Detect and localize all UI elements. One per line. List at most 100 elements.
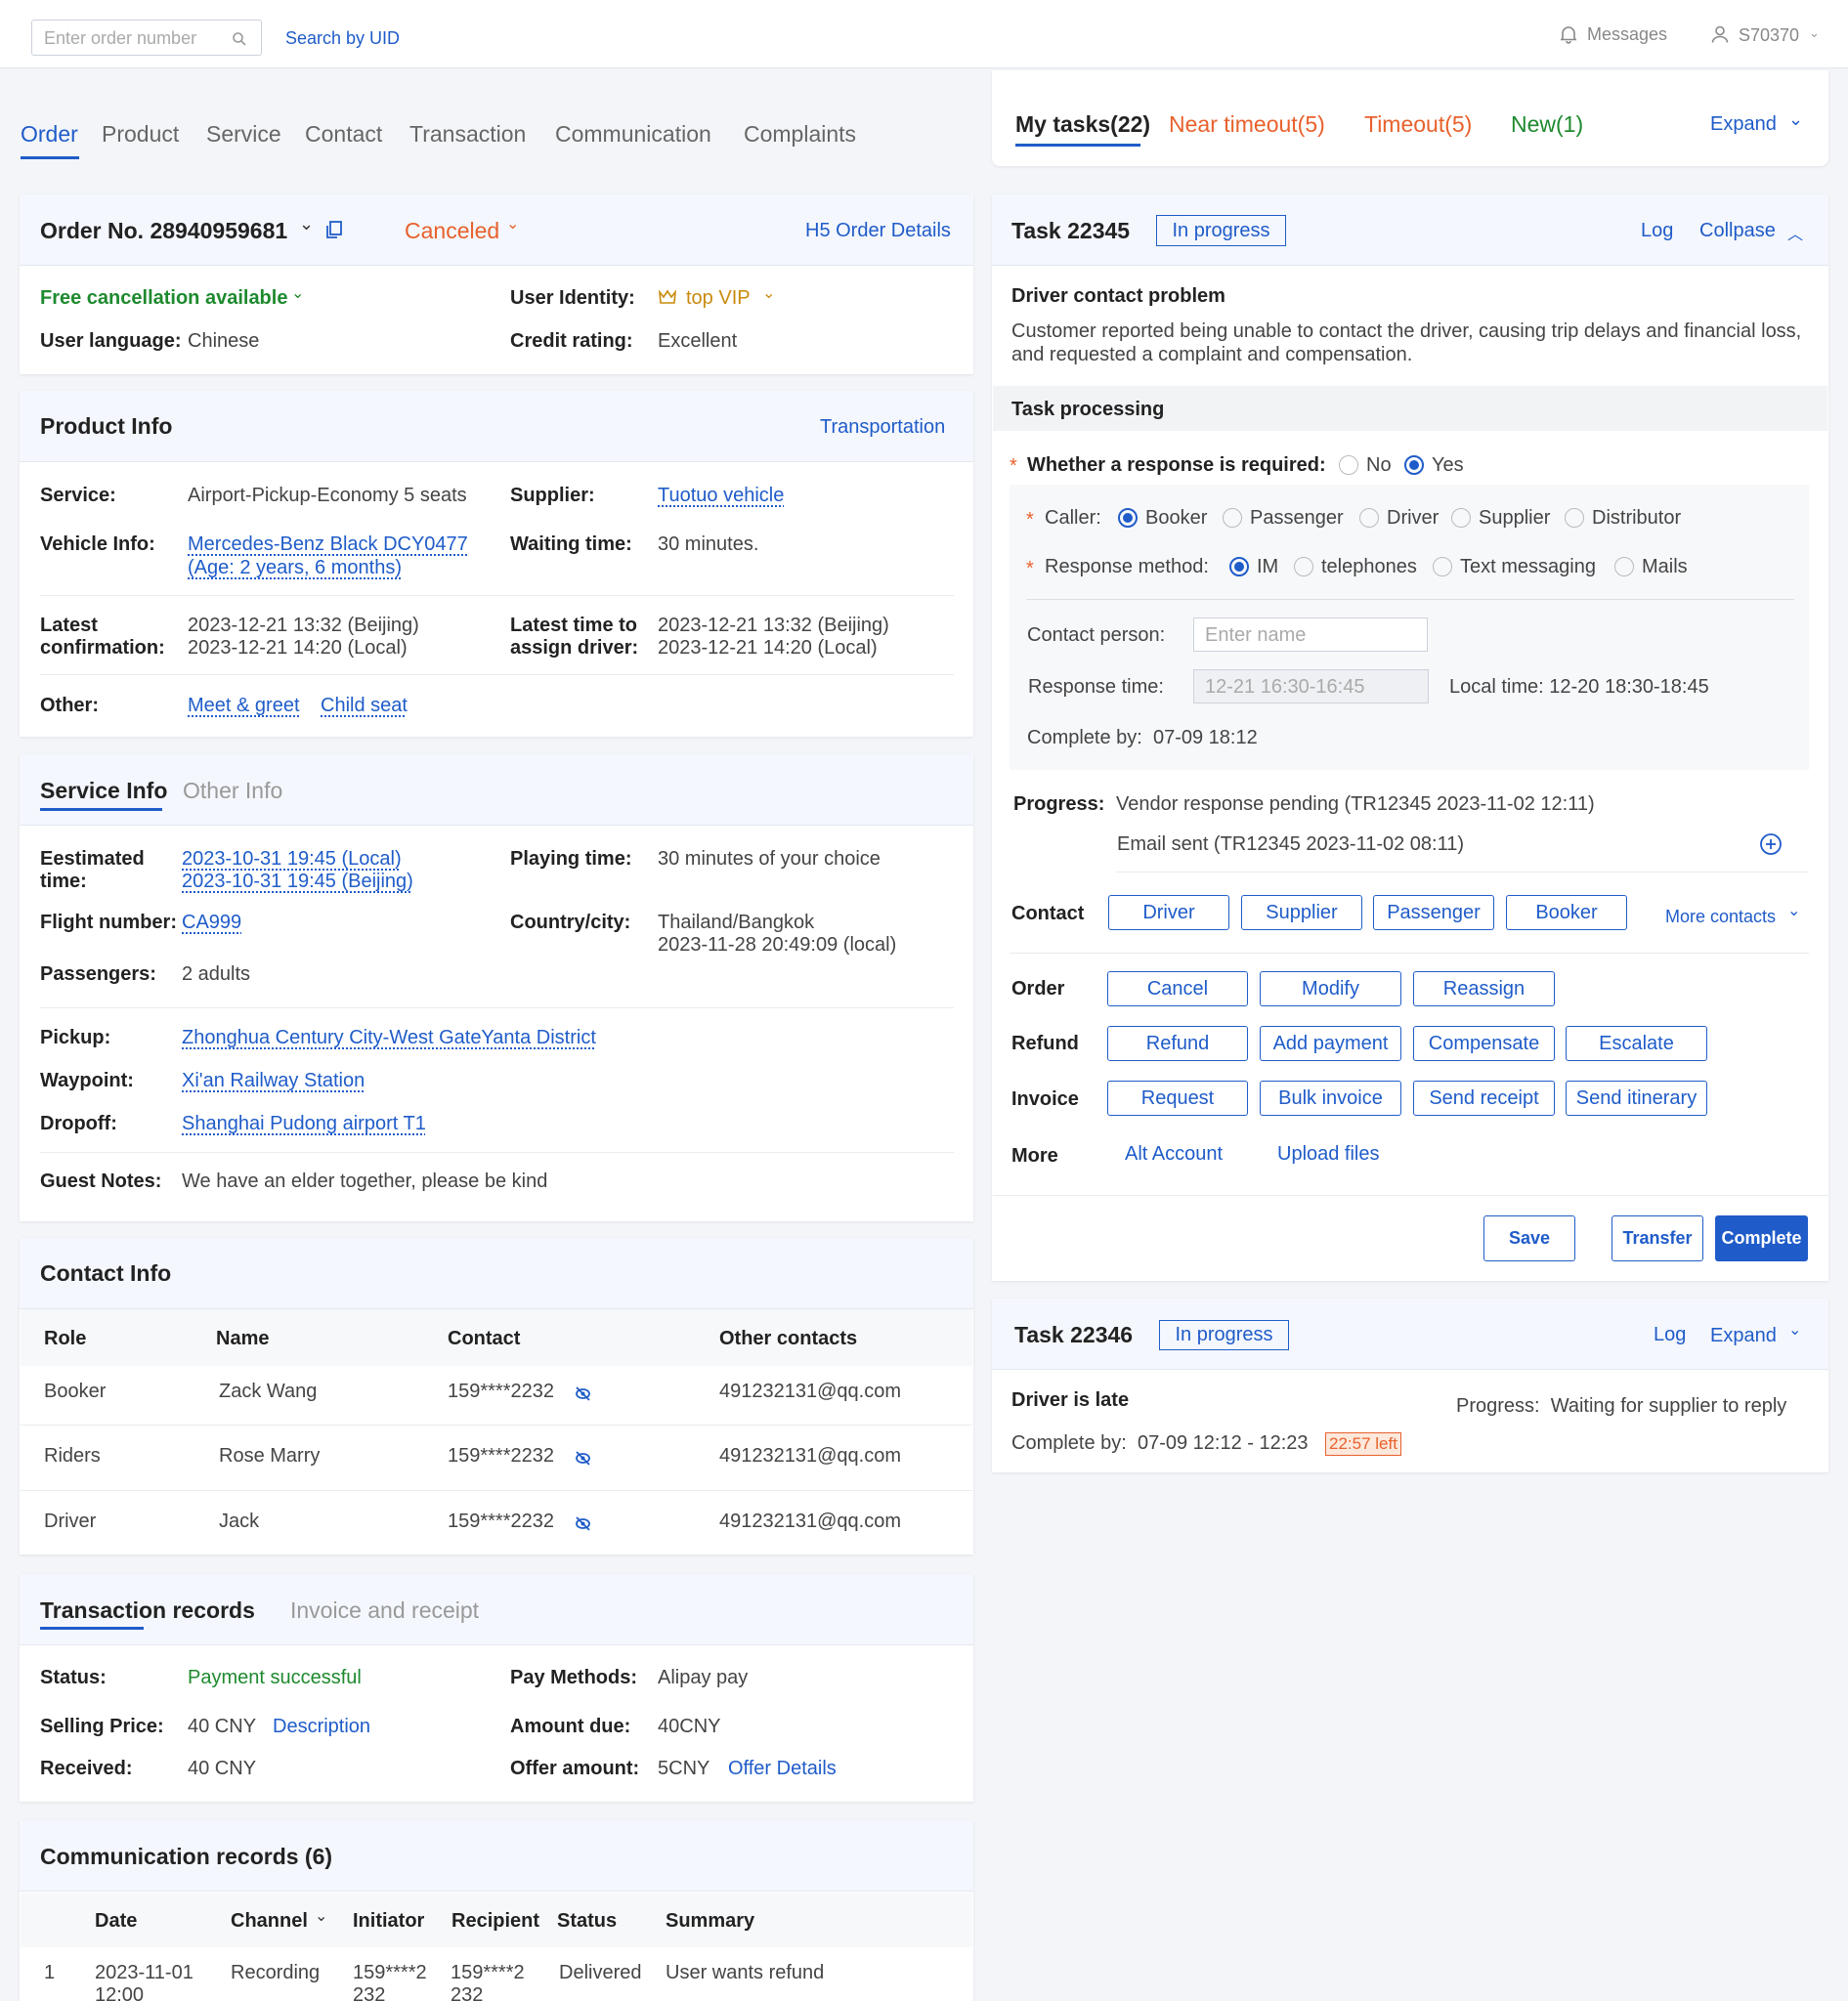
radio-supplier[interactable]	[1451, 508, 1471, 528]
tab-service[interactable]: Service	[206, 121, 281, 148]
escalate-button[interactable]: Escalate	[1566, 1026, 1707, 1061]
send-receipt-button[interactable]: Send receipt	[1413, 1081, 1555, 1116]
order-reassign-button[interactable]: Reassign	[1413, 971, 1555, 1006]
tab-near-timeout[interactable]: Near timeout(5)	[1169, 111, 1325, 138]
radio-yes[interactable]	[1404, 455, 1424, 475]
more-contacts-dropdown[interactable]: More contacts	[1665, 907, 1776, 927]
product-category[interactable]: Transportation	[820, 416, 945, 439]
flight-number-link[interactable]: CA999	[182, 912, 241, 934]
tab-invoice-receipt[interactable]: Invoice and receipt	[290, 1597, 479, 1624]
expand-tasks-button[interactable]: Expand	[1710, 113, 1777, 136]
supplier-link[interactable]: Tuotuo vehicle	[658, 485, 784, 507]
tab-contact[interactable]: Contact	[305, 121, 382, 148]
contact-driver-button[interactable]: Driver	[1108, 895, 1229, 930]
chevron-down-icon[interactable]: ⌄	[299, 214, 314, 234]
radio-driver[interactable]	[1359, 508, 1379, 528]
method-mail-radio[interactable]: Mails	[1614, 556, 1688, 578]
chevron-down-icon[interactable]: ⌄	[315, 1906, 327, 1926]
tab-other-info[interactable]: Other Info	[183, 778, 282, 804]
add-circle-icon[interactable]	[1759, 832, 1783, 856]
contact-supplier-button[interactable]: Supplier	[1241, 895, 1362, 930]
contact-booker-button[interactable]: Booker	[1506, 895, 1627, 930]
h5-order-details-link[interactable]: H5 Order Details	[805, 220, 951, 242]
tab-transaction-records[interactable]: Transaction records	[40, 1597, 255, 1624]
offer-details-link[interactable]: Offer Details	[728, 1758, 837, 1780]
send-itinerary-button[interactable]: Send itinerary	[1566, 1081, 1707, 1116]
col-channel[interactable]: Channel	[231, 1910, 308, 1933]
pickup-link[interactable]: Zhonghua Century City-West GateYanta Dis…	[182, 1027, 596, 1049]
description-link[interactable]: Description	[273, 1716, 370, 1738]
meet-greet-link[interactable]: Meet & greet	[188, 695, 300, 717]
chevron-down-icon[interactable]: ⌄	[506, 214, 519, 234]
order-search-input[interactable]: Enter order number	[31, 20, 262, 56]
response-time-input[interactable]: 12-21 16:30-16:45	[1193, 669, 1429, 703]
add-payment-button[interactable]: Add payment	[1260, 1026, 1401, 1061]
eye-off-icon[interactable]	[575, 1450, 591, 1467]
chevron-down-icon[interactable]: ⌄	[291, 283, 304, 303]
task-expand-button[interactable]: Expand	[1710, 1325, 1777, 1347]
bell-icon[interactable]	[1559, 24, 1578, 44]
child-seat-link[interactable]: Child seat	[321, 695, 408, 717]
compensate-button[interactable]: Compensate	[1413, 1026, 1555, 1061]
task-collapse-button[interactable]: Collpase	[1699, 220, 1776, 242]
user-identity-value[interactable]: top VIP	[686, 287, 751, 310]
tab-communication[interactable]: Communication	[555, 121, 711, 148]
free-cancellation-dropdown[interactable]: Free cancellation available	[40, 287, 287, 310]
radio-telephone[interactable]	[1294, 557, 1313, 576]
tab-my-tasks[interactable]: My tasks(22)	[1015, 111, 1150, 138]
chevron-down-icon[interactable]: ⌄	[762, 283, 775, 303]
invoice-request-button[interactable]: Request	[1107, 1081, 1248, 1116]
caller-supplier-radio[interactable]: Supplier	[1451, 507, 1550, 530]
estimated-time-local[interactable]: 2023-10-31 19:45 (Local)	[182, 848, 402, 871]
order-modify-button[interactable]: Modify	[1260, 971, 1401, 1006]
upload-files-link[interactable]: Upload files	[1277, 1143, 1380, 1166]
copy-icon[interactable]	[325, 220, 343, 239]
save-button[interactable]: Save	[1483, 1215, 1575, 1261]
user-menu[interactable]: S70370	[1739, 25, 1799, 46]
tab-complaints[interactable]: Complaints	[744, 121, 856, 148]
caller-driver-radio[interactable]: Driver	[1359, 507, 1439, 530]
radio-no[interactable]	[1339, 455, 1358, 475]
caller-booker-radio[interactable]: Booker	[1118, 507, 1207, 530]
eye-off-icon[interactable]	[575, 1385, 591, 1402]
radio-booker[interactable]	[1118, 508, 1138, 528]
search-icon[interactable]	[232, 31, 247, 47]
tab-product[interactable]: Product	[102, 121, 179, 148]
order-cancel-button[interactable]: Cancel	[1107, 971, 1248, 1006]
tab-transaction[interactable]: Transaction	[409, 121, 526, 148]
user-icon[interactable]	[1710, 24, 1730, 44]
transfer-button[interactable]: Transfer	[1612, 1215, 1703, 1261]
complete-button[interactable]: Complete	[1715, 1215, 1808, 1261]
chevron-down-icon[interactable]: ⌄	[1788, 1320, 1801, 1340]
vehicle-info-link[interactable]: Mercedes-Benz Black DCY0477	[188, 533, 468, 556]
caller-distributor-radio[interactable]: Distributor	[1565, 507, 1681, 530]
chevron-down-icon[interactable]: ⌄	[1788, 109, 1803, 130]
response-no-radio[interactable]: No	[1339, 454, 1392, 477]
radio-passenger[interactable]	[1223, 508, 1242, 528]
refund-button[interactable]: Refund	[1107, 1026, 1248, 1061]
method-telephone-radio[interactable]: telephones	[1294, 556, 1417, 578]
alt-account-link[interactable]: Alt Account	[1125, 1143, 1223, 1166]
method-text-radio[interactable]: Text messaging	[1433, 556, 1596, 578]
eye-off-icon[interactable]	[575, 1515, 591, 1532]
tab-order[interactable]: Order	[21, 121, 78, 148]
radio-mail[interactable]	[1614, 557, 1634, 576]
contact-passenger-button[interactable]: Passenger	[1373, 895, 1494, 930]
messages-link[interactable]: Messages	[1587, 24, 1667, 45]
tab-service-info[interactable]: Service Info	[40, 778, 167, 804]
task-log-link[interactable]: Log	[1654, 1324, 1686, 1346]
tab-new[interactable]: New(1)	[1511, 111, 1583, 138]
dropoff-link[interactable]: Shanghai Pudong airport T1	[182, 1113, 426, 1135]
radio-im[interactable]	[1229, 557, 1249, 576]
radio-distributor[interactable]	[1565, 508, 1584, 528]
waypoint-link[interactable]: Xi'an Railway Station	[182, 1070, 365, 1092]
method-im-radio[interactable]: IM	[1229, 556, 1278, 578]
tab-timeout[interactable]: Timeout(5)	[1364, 111, 1472, 138]
caller-passenger-radio[interactable]: Passenger	[1223, 507, 1344, 530]
response-yes-radio[interactable]: Yes	[1404, 454, 1464, 477]
vehicle-age-link[interactable]: (Age: 2 years, 6 months)	[188, 557, 402, 579]
estimated-time-beijing[interactable]: 2023-10-31 19:45 (Beijing)	[182, 871, 413, 893]
chevron-down-icon[interactable]: ⌄	[1809, 25, 1820, 41]
search-by-uid-link[interactable]: Search by UID	[285, 28, 400, 49]
chevron-up-icon[interactable]: ︿	[1787, 221, 1803, 244]
